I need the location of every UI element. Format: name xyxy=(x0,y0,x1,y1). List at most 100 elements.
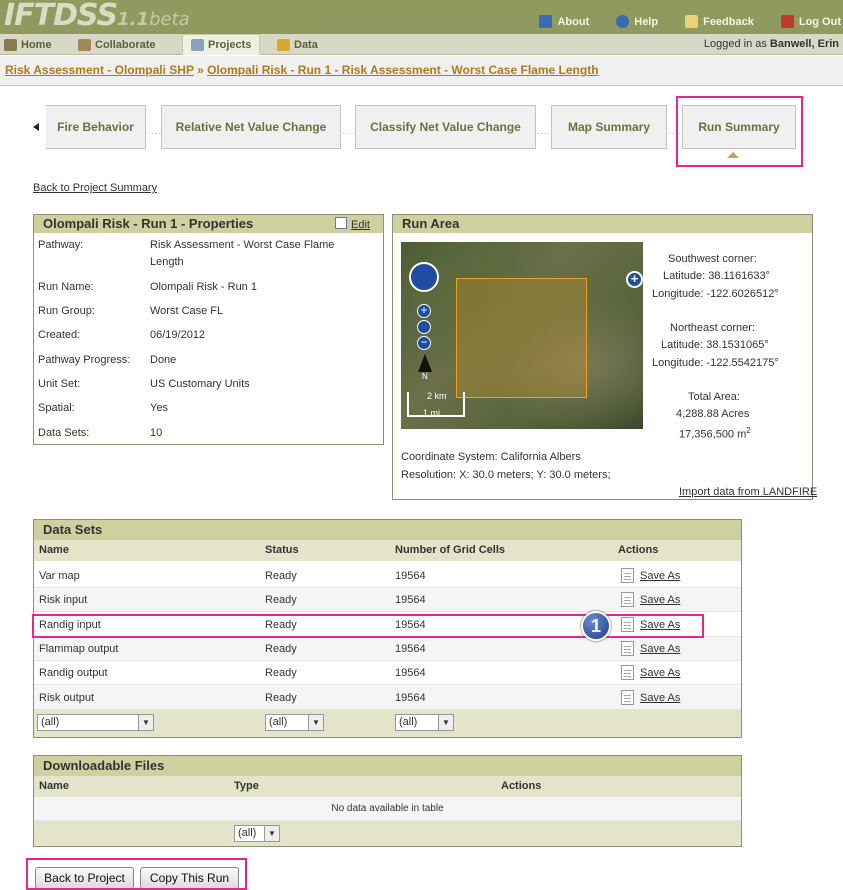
table-row: Flammap output Ready 19564 Save As xyxy=(34,637,741,661)
zoom-out-icon[interactable]: − xyxy=(417,336,431,350)
save-as-link[interactable]: Save As xyxy=(640,692,680,704)
breadcrumb-run-link[interactable]: Olompali Risk - Run 1 - Risk Assessment … xyxy=(207,63,598,77)
prop-label: Pathway: xyxy=(38,239,84,251)
sw-longitude: Longitude: -122.6026512° xyxy=(652,288,779,300)
prop-value: 06/19/2012 xyxy=(150,329,206,341)
prop-value: Worst Case FL xyxy=(150,305,224,317)
help-book-icon xyxy=(539,15,553,28)
prop-label: Run Name: xyxy=(38,281,94,293)
resolution: Resolution: X: 30.0 meters; Y: 30.0 mete… xyxy=(401,469,611,481)
step-relative-net-value-change[interactable]: Relative Net Value Change xyxy=(161,105,341,149)
map-selection-rectangle xyxy=(456,278,587,398)
logout-link[interactable]: Log Out xyxy=(780,15,841,28)
prop-label: Run Group: xyxy=(38,305,95,317)
ne-latitude: Latitude: 38.1531065° xyxy=(661,339,769,351)
logged-in-user: Logged in as Banwell, Erin xyxy=(703,38,839,50)
nav-home[interactable]: Home xyxy=(4,34,52,55)
status-filter-select[interactable]: (all) ▼ xyxy=(265,714,324,731)
prop-label: Pathway Progress: xyxy=(38,354,131,366)
document-icon xyxy=(621,568,634,583)
run-area-title: Run Area xyxy=(402,216,460,231)
prop-value: US Customary Units xyxy=(150,378,250,390)
sw-latitude: Latitude: 38.1161633° xyxy=(663,270,770,282)
table-row: Randig output Ready 19564 Save As xyxy=(34,661,741,685)
import-landfire-link[interactable]: Import data from LANDFIRE xyxy=(679,486,817,498)
run-summary-highlight xyxy=(676,96,803,167)
steps-back-arrow-icon[interactable] xyxy=(33,123,39,131)
question-icon xyxy=(616,15,630,28)
col-status[interactable]: Status xyxy=(265,544,299,556)
feedback-link[interactable]: Feedback xyxy=(685,15,754,28)
name-filter-select[interactable]: (all) ▼ xyxy=(37,714,154,731)
total-acres: 4,288.88 Acres xyxy=(676,408,750,420)
breadcrumb-project-link[interactable]: Risk Assessment - Olompali SHP xyxy=(5,63,194,77)
downloads-title: Downloadable Files xyxy=(43,758,165,773)
help-link[interactable]: Help xyxy=(616,15,658,28)
table-row: Risk input Ready 19564 Save As xyxy=(34,588,741,612)
prop-value: Olompali Risk - Run 1 xyxy=(150,281,257,293)
zoom-in-icon[interactable]: + xyxy=(417,304,431,318)
table-row: Risk output Ready 19564 Save As xyxy=(34,686,741,710)
globe-icon[interactable] xyxy=(417,320,431,334)
step-fire-behavior[interactable]: Fire Behavior xyxy=(46,105,146,149)
exit-door-icon xyxy=(780,15,794,28)
step-map-summary[interactable]: Map Summary xyxy=(551,105,667,149)
prop-value: 10 xyxy=(150,427,163,439)
downloads-header: Name Type Actions xyxy=(34,776,741,797)
about-link[interactable]: About xyxy=(539,15,589,28)
save-as-link[interactable]: Save As xyxy=(640,594,680,606)
properties-title: Olompali Risk - Run 1 - Properties xyxy=(43,216,254,231)
col-grid-cells[interactable]: Number of Grid Cells xyxy=(395,544,505,556)
people-icon xyxy=(78,38,91,51)
run-area-map[interactable]: + − N 2 km 1 mi xyxy=(401,242,643,429)
prop-label: Unit Set: xyxy=(38,378,81,390)
map-expand-icon[interactable]: + xyxy=(626,271,643,288)
datasets-title: Data Sets xyxy=(43,522,103,537)
prop-value: Risk Assessment - Worst Case Flame xyxy=(150,239,335,251)
total-area-label: Total Area: xyxy=(688,391,740,403)
total-sqm: 17,356,500 m2 xyxy=(679,426,751,441)
pencil-note-icon xyxy=(685,15,699,28)
sw-corner-label: Southwest corner: xyxy=(668,253,757,265)
nav-data[interactable]: Data xyxy=(277,34,318,55)
save-as-link[interactable]: Save As xyxy=(640,643,680,655)
map-pan-control-icon[interactable] xyxy=(409,262,439,292)
type-filter-select[interactable]: (all) ▼ xyxy=(234,825,280,842)
col-type[interactable]: Type xyxy=(234,780,259,792)
table-row: Var map Ready 19564 Save As xyxy=(34,564,741,588)
back-to-project-summary-link[interactable]: Back to Project Summary xyxy=(33,182,157,194)
ne-corner-label: Northeast corner: xyxy=(670,322,755,334)
edit-icon xyxy=(335,217,348,229)
north-arrow-icon xyxy=(418,354,432,372)
main-nav: Home Collaborate Projects Data Logged in… xyxy=(0,34,843,55)
save-as-link[interactable]: Save As xyxy=(640,570,680,582)
empty-table-row: No data available in table xyxy=(34,797,741,821)
nav-projects[interactable]: Projects xyxy=(182,34,261,55)
col-name[interactable]: Name xyxy=(39,780,69,792)
document-icon xyxy=(621,641,634,656)
datasets-header: Name Status Number of Grid Cells Actions xyxy=(34,540,741,561)
chevron-down-icon: ▼ xyxy=(264,826,279,841)
edit-link[interactable]: Edit xyxy=(335,216,370,234)
map-scale-km: 2 km xyxy=(427,391,447,401)
prop-value: Length xyxy=(150,256,184,268)
map-north-label: N xyxy=(422,372,428,381)
col-name[interactable]: Name xyxy=(39,544,69,556)
prop-label: Created: xyxy=(38,329,81,341)
nav-collaborate[interactable]: Collaborate xyxy=(78,34,156,55)
books-icon xyxy=(277,38,290,51)
buttons-highlight xyxy=(26,858,247,890)
save-as-link[interactable]: Save As xyxy=(640,667,680,679)
document-icon xyxy=(621,592,634,607)
prop-label: Data Sets: xyxy=(38,427,90,439)
step-classify-net-value-change[interactable]: Classify Net Value Change xyxy=(355,105,536,149)
grid-cells-filter-select[interactable]: (all) ▼ xyxy=(395,714,454,731)
prop-label: Spatial: xyxy=(38,402,75,414)
prop-value: Yes xyxy=(150,402,168,414)
col-actions: Actions xyxy=(501,780,542,792)
app-header: IFTDSS1.1beta About Help Feedback Log Ou… xyxy=(0,0,843,34)
downloads-filter-row xyxy=(34,821,741,846)
app-version: 1.1beta xyxy=(117,9,190,30)
house-icon xyxy=(4,38,17,51)
chevron-down-icon: ▼ xyxy=(138,715,153,730)
